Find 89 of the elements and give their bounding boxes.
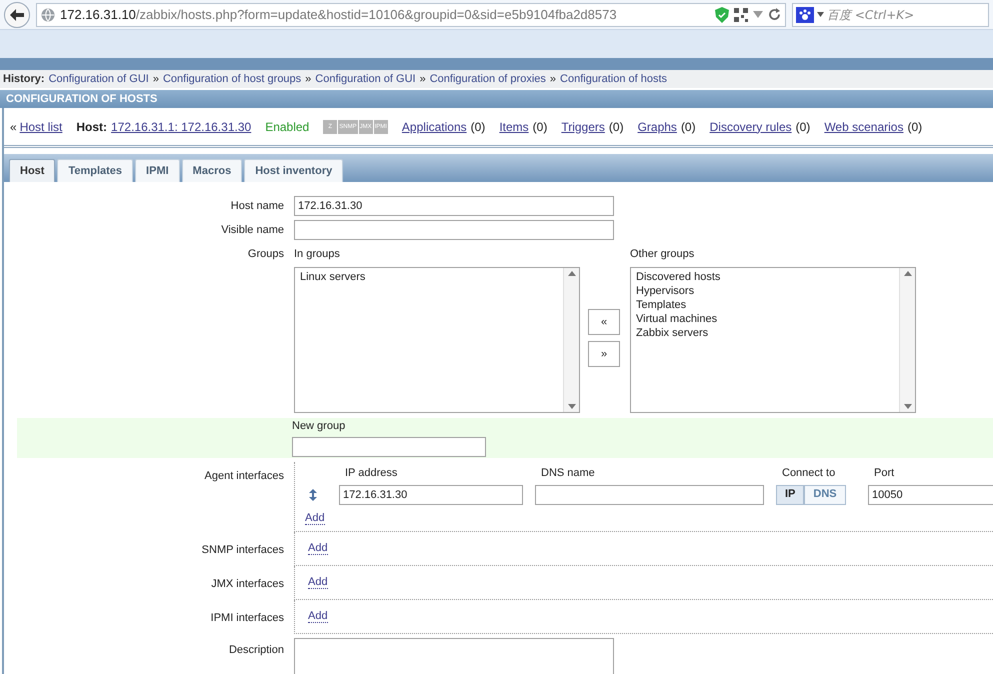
scroll-up-arrow-icon[interactable] (904, 270, 912, 276)
url-text: 172.16.31.10/zabbix/hosts.php?form=update&hostid=10106&groupid=0&sid=e5b9104fba2d8573 (60, 6, 618, 24)
host-element-link[interactable]: Applications (402, 118, 467, 136)
tab[interactable]: IPMI (135, 159, 180, 182)
field-label: Host name (230, 198, 285, 214)
history-link[interactable]: Configuration of GUI (48, 70, 149, 88)
column-heading: Port (874, 466, 894, 482)
field-label: Description (228, 642, 285, 658)
add-link[interactable]: Add (308, 576, 328, 588)
field-label: New group (292, 418, 346, 434)
add-link[interactable]: Add (305, 512, 325, 524)
column-heading: IP address (345, 466, 398, 482)
host-list-link[interactable]: Host list (20, 118, 62, 136)
visible-name-field[interactable] (294, 220, 614, 240)
field-label: IPMI interfaces (210, 610, 285, 626)
qr-code-icon[interactable] (734, 8, 748, 22)
group-option[interactable]: Virtual machines (636, 312, 894, 326)
dns-name-field[interactable] (535, 484, 764, 504)
group-option[interactable]: Hypervisors (636, 284, 894, 298)
element-count: (0) (680, 118, 696, 136)
host-link[interactable]: 172.16.31.1: 172.16.31.30 (111, 118, 252, 136)
list-heading: Other groups (630, 247, 696, 262)
history-link[interactable]: Configuration of GUI (315, 70, 416, 88)
url-field[interactable]: 172.16.31.10/zabbix/hosts.php?form=update&hostid=10106&groupid=0&sid=e5b9104fba2d8573 (36, 2, 786, 26)
move-right-button[interactable]: » (588, 341, 620, 368)
host-element-link[interactable]: Discovery rules (710, 118, 792, 136)
scroll-down-arrow-icon[interactable] (568, 404, 576, 408)
search-field[interactable]: 百度 <Ctrl+K> (792, 2, 989, 26)
status-text: Enabled (265, 118, 310, 136)
scrollbar[interactable] (899, 268, 915, 412)
history-link[interactable]: Configuration of hosts (560, 70, 668, 88)
dropdown-triangle-icon[interactable] (817, 12, 824, 17)
group-option[interactable]: Discovered hosts (636, 270, 894, 284)
new-group-field[interactable] (292, 437, 486, 458)
element-count: (0) (796, 118, 810, 136)
breadcrumb-separator: » (550, 72, 556, 87)
tab[interactable]: Macros (182, 159, 242, 182)
ip-address-field[interactable]: 172.16.31.30 (339, 484, 523, 504)
host-label: Host: (76, 118, 108, 136)
list-heading: In groups (294, 247, 341, 262)
tab[interactable]: Host inventory (244, 159, 344, 182)
scrollbar[interactable] (563, 268, 579, 412)
group-option[interactable]: Zabbix servers (636, 326, 894, 340)
host-element-link[interactable]: Items (499, 118, 529, 136)
element-count: (0) (907, 118, 922, 136)
host-name-field[interactable]: 172.16.31.30 (294, 196, 614, 216)
field-label: SNMP interfaces (200, 542, 285, 558)
port-field[interactable]: 10050 (868, 484, 993, 504)
column-heading: DNS name (541, 466, 596, 482)
host-element-link[interactable]: Triggers (561, 118, 605, 136)
field-label: Groups (246, 247, 285, 262)
history-label: History: (3, 72, 45, 87)
paw-icon[interactable] (796, 6, 814, 22)
group-list-box[interactable]: Linux servers (294, 266, 580, 412)
breadcrumb-separator: » (420, 72, 426, 87)
search-input[interactable]: 百度 <Ctrl+K> (827, 6, 985, 24)
back-arrow-icon (10, 8, 24, 20)
add-link[interactable]: Add (308, 542, 328, 554)
host-element-link[interactable]: Web scenarios (824, 118, 904, 136)
scroll-up-arrow-icon[interactable] (568, 270, 576, 276)
host-element-link[interactable]: Graphs (638, 118, 677, 136)
add-link[interactable]: Add (308, 610, 328, 622)
drag-handle-icon[interactable] (309, 488, 317, 500)
shield-icon[interactable] (715, 6, 729, 22)
field-label: Visible name (220, 222, 285, 238)
group-option[interactable]: Linux servers (300, 270, 558, 284)
breadcrumb-separator: » (152, 72, 159, 87)
connect-toggle[interactable]: DNS (804, 484, 846, 504)
column-heading: Connect to (782, 466, 836, 482)
breadcrumb-separator: » (305, 72, 312, 87)
globe-icon (41, 8, 55, 22)
history-link[interactable]: Configuration of host groups (162, 70, 302, 88)
group-option[interactable]: Templates (636, 298, 894, 312)
field-label: Agent interfaces (204, 468, 285, 484)
element-count: (0) (470, 118, 486, 136)
move-left-button[interactable]: « (588, 309, 620, 336)
back-mark: « (10, 118, 17, 136)
tab[interactable]: Host (9, 159, 56, 182)
back-button[interactable] (4, 2, 30, 28)
scroll-down-arrow-icon[interactable] (904, 404, 912, 408)
connect-toggle[interactable]: IP (776, 484, 804, 504)
group-list-box[interactable]: Discovered hosts Hypervisors Templates Virtual machines Zabbix servers (630, 266, 916, 412)
reload-icon[interactable] (768, 8, 781, 21)
page-header: CONFIGURATION OF HOSTS (0, 90, 993, 108)
element-count: (0) (532, 118, 548, 136)
element-count: (0) (608, 118, 624, 136)
field-label: JMX interfaces (210, 576, 285, 592)
tab[interactable]: Templates (57, 159, 134, 182)
history-link[interactable]: Configuration of proxies (430, 70, 546, 88)
